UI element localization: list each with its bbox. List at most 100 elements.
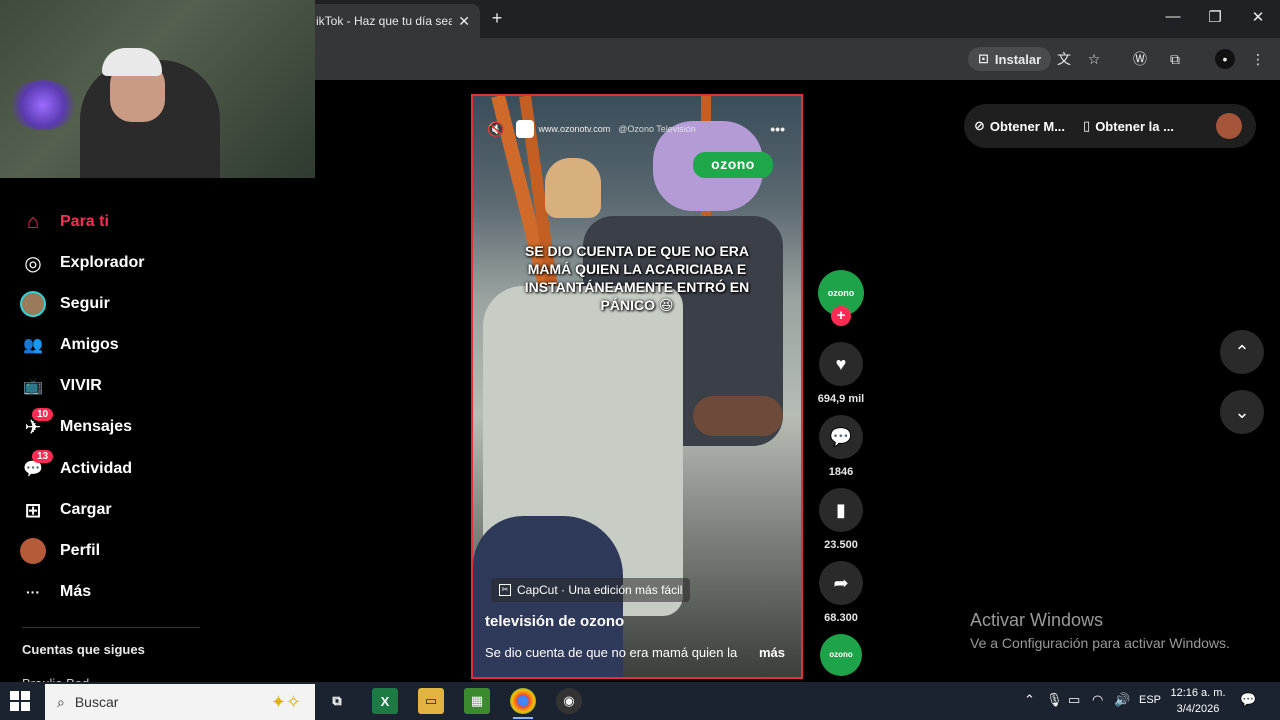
sidebar-item-label: Perfil — [60, 542, 101, 559]
install-app-button[interactable]: ⊡ Instalar — [968, 47, 1052, 71]
language-indicator[interactable]: ESP — [1139, 694, 1161, 706]
search-icon: ⌕ — [57, 693, 65, 710]
extensions-puzzle-icon[interactable]: ⧉ — [1165, 49, 1185, 69]
share-button[interactable]: ➦ — [819, 561, 863, 605]
close-window-button[interactable]: ✕ — [1247, 8, 1269, 26]
capcut-tag[interactable]: ✂ CapCut · Una edición más fácil — [491, 578, 691, 602]
share-count: 68.300 — [824, 612, 858, 624]
microphone-icon[interactable]: 🎙 — [1046, 692, 1063, 708]
get-app-button[interactable]: ▯ Obtener la ... — [1083, 118, 1174, 134]
save-button[interactable]: ▮ — [819, 488, 863, 532]
sidebar-item-mas[interactable]: ··· Más — [20, 577, 91, 607]
bookmark-icon: ▮ — [836, 499, 846, 520]
capcut-label: CapCut · Una edición más fácil — [517, 583, 683, 597]
video-more-icon[interactable]: ••• — [770, 121, 785, 137]
new-tab-button[interactable]: + — [486, 8, 508, 29]
home-icon: ⌂ — [26, 210, 40, 233]
minimize-button[interactable]: — — [1162, 8, 1184, 25]
next-video-button[interactable]: ⌄ — [1220, 390, 1264, 434]
mute-icon[interactable]: 🔇 — [487, 121, 504, 138]
sidebar-item-actividad[interactable]: 💬 13 Actividad — [20, 450, 133, 484]
friends-icon: 👥 — [23, 337, 43, 354]
video-description-text: Se dio cuenta de que no era mamá quien l… — [485, 645, 738, 660]
search-placeholder: Buscar — [74, 694, 119, 710]
taskbar-clock[interactable]: 12:16 a. m. 3/4/2026 — [1168, 685, 1228, 717]
following-accounts-title: Cuentas que sigues — [22, 642, 145, 657]
sidebar-item-label: Seguir — [60, 295, 110, 312]
heart-icon: ♥ — [835, 353, 847, 374]
extension-w-icon[interactable]: Ⓦ — [1130, 49, 1150, 69]
following-avatar — [20, 291, 46, 317]
volume-icon[interactable]: 🔊 — [1114, 692, 1130, 708]
sidebar-item-label: Más — [60, 583, 92, 600]
start-button[interactable] — [10, 691, 30, 711]
capcut-icon: ✂ — [499, 584, 511, 596]
active-app-indicator — [513, 717, 533, 719]
sidebar-divider — [22, 627, 200, 628]
sidebar-item-amigos[interactable]: 👥 Amigos — [20, 330, 119, 360]
activate-windows-watermark: Activar Windows Ve a Configuración para … — [970, 610, 1230, 651]
comment-count: 1846 — [828, 466, 854, 478]
sidebar-item-label: Amigos — [60, 336, 119, 353]
clock-date: 3/4/2026 — [1176, 703, 1220, 715]
excel-icon[interactable]: X — [372, 688, 398, 714]
task-view-icon[interactable]: ⧉ — [324, 688, 350, 714]
sidebar-item-label: Mensajes — [60, 418, 133, 435]
get-coins-button[interactable]: ⊘ Obtener M... — [974, 118, 1065, 134]
sidebar-item-vivir[interactable]: 📺 VIVIR — [20, 371, 102, 401]
activate-title: Activar Windows — [970, 610, 1104, 630]
sparkle-icon: ✦✧ — [270, 691, 301, 712]
sidebar-item-label: VIVIR — [60, 377, 102, 394]
clock-time: 12:16 a. m. — [1170, 687, 1226, 699]
pill-label: Obtener la ... — [1095, 118, 1174, 134]
activate-subtitle: Ve a Configuración para activar Windows. — [970, 635, 1230, 651]
sidebar-item-label: Actividad — [60, 460, 133, 477]
obs-icon[interactable]: ◉ — [556, 688, 582, 714]
tab-tiktok[interactable]: ikTok - Haz que tu día sea ✕ — [306, 4, 480, 38]
video-url: www.ozonotv.com — [538, 124, 611, 134]
more-icon: ··· — [26, 584, 40, 600]
music-disc[interactable]: ozono — [820, 634, 862, 676]
user-avatar[interactable] — [1216, 113, 1242, 139]
previous-video-button[interactable]: ⌃ — [1220, 330, 1264, 374]
notifications-icon[interactable]: 💬 — [1240, 692, 1256, 708]
pill-label: Obtener M... — [989, 118, 1066, 134]
sidebar-item-para-ti[interactable]: ⌂ Para ti — [20, 207, 109, 237]
top-right-actions: ⊘ Obtener M... ▯ Obtener la ... — [964, 104, 1256, 148]
like-button[interactable]: ♥ — [819, 342, 863, 386]
comment-button[interactable]: 💬 — [819, 415, 863, 459]
video-player[interactable]: 🔇 www.ozonotv.com @Ozono Televisión ••• … — [471, 94, 803, 679]
phone-icon: ▯ — [1083, 118, 1091, 133]
browser-menu-icon[interactable]: ⋮ — [1248, 49, 1268, 69]
webcam-overlay — [0, 0, 315, 178]
follow-plus-icon[interactable]: + — [831, 306, 851, 326]
comment-icon: 💬 — [829, 426, 853, 447]
maximize-button[interactable]: ❐ — [1204, 8, 1226, 26]
sidebar-item-mensajes[interactable]: ✈ 10 Mensajes — [20, 408, 133, 442]
activity-badge: 13 — [32, 450, 54, 463]
tab-close-icon[interactable]: ✕ — [458, 13, 470, 30]
chrome-icon[interactable] — [510, 688, 536, 714]
file-explorer-icon[interactable]: ▭ — [418, 688, 444, 714]
ozono-logo: ozono — [693, 152, 773, 178]
sidebar-item-perfil[interactable]: Perfil — [20, 536, 100, 566]
sidebar-item-explorador[interactable]: ◎ Explorador — [20, 248, 144, 278]
sidebar-item-seguir[interactable]: Seguir — [20, 289, 110, 319]
webcam-person-cap — [102, 48, 162, 76]
more-link[interactable]: más — [759, 645, 785, 660]
compass-icon: ◎ — [24, 252, 42, 275]
install-label: Instalar — [994, 51, 1042, 67]
minecraft-icon[interactable]: ▦ — [464, 688, 490, 714]
video-handle: @Ozono Televisión — [618, 124, 696, 134]
video-author[interactable]: televisión de ozono — [485, 613, 624, 630]
profile-avatar-icon[interactable]: • — [1215, 49, 1235, 69]
translate-icon[interactable]: 文 — [1054, 49, 1074, 69]
sidebar-item-cargar[interactable]: ⊞ Cargar — [20, 495, 112, 525]
tray-chevron-icon[interactable]: ⌃ — [1024, 692, 1035, 708]
battery-icon[interactable]: ▭ — [1068, 692, 1080, 708]
taskbar-search[interactable]: ⌕ Buscar ✦✧ — [45, 684, 315, 720]
bookmark-star-icon[interactable]: ☆ — [1084, 49, 1104, 69]
video-description: Se dio cuenta de que no era mamá quien l… — [485, 645, 785, 660]
wifi-icon[interactable]: ◠ — [1092, 692, 1103, 708]
upload-icon: ⊞ — [24, 499, 42, 522]
